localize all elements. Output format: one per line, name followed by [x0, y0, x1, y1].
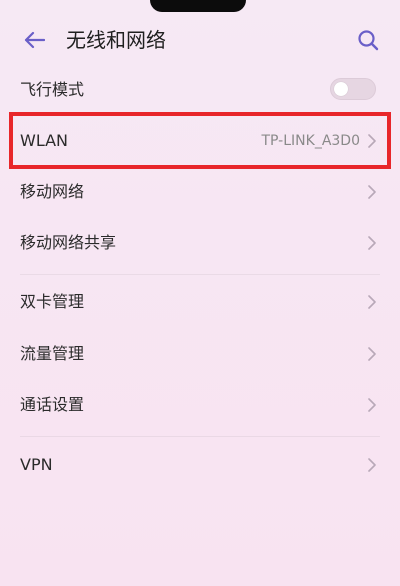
chevron-right-icon	[368, 458, 376, 472]
chevron-right-icon	[368, 295, 376, 309]
mobile-network-label: 移动网络	[20, 182, 85, 201]
airplane-mode-row[interactable]: 飞行模式	[0, 66, 400, 114]
tethering-row[interactable]: 移动网络共享	[0, 219, 400, 267]
status-bar: —— ·· ——	[0, 0, 400, 14]
airplane-mode-label: 飞行模式	[20, 80, 85, 99]
tethering-label: 移动网络共享	[20, 233, 117, 252]
chevron-right-icon	[368, 347, 376, 361]
status-bar-text: —— ·· ——	[20, 0, 102, 7]
camera-notch	[150, 0, 246, 12]
arrow-left-icon	[24, 31, 45, 49]
section-divider	[20, 436, 380, 437]
mobile-network-row[interactable]: 移动网络	[0, 168, 400, 216]
section-divider	[20, 274, 380, 275]
call-settings-row[interactable]: 通话设置	[0, 381, 400, 429]
chevron-right-icon	[368, 398, 376, 412]
chevron-right-icon	[368, 185, 376, 199]
search-icon	[358, 30, 379, 51]
chevron-right-icon	[368, 236, 376, 250]
chevron-right-icon	[368, 134, 376, 148]
vpn-label: VPN	[20, 455, 53, 474]
dual-sim-label: 双卡管理	[20, 292, 85, 311]
toggle-knob	[334, 82, 348, 96]
call-settings-label: 通话设置	[20, 395, 85, 414]
data-usage-row[interactable]: 流量管理	[0, 330, 400, 378]
app-header: 无线和网络	[0, 14, 400, 66]
wlan-row[interactable]: WLAN TP-LINK_A3D0	[0, 117, 400, 165]
page-title: 无线和网络	[66, 28, 166, 52]
wlan-network-name: TP-LINK_A3D0	[261, 133, 361, 149]
search-button[interactable]	[352, 24, 384, 56]
back-button[interactable]	[18, 24, 50, 56]
vpn-row[interactable]: VPN	[0, 441, 400, 489]
data-usage-label: 流量管理	[20, 344, 85, 363]
airplane-mode-toggle[interactable]	[330, 78, 376, 100]
wlan-label: WLAN	[20, 131, 69, 150]
dual-sim-row[interactable]: 双卡管理	[0, 278, 400, 326]
